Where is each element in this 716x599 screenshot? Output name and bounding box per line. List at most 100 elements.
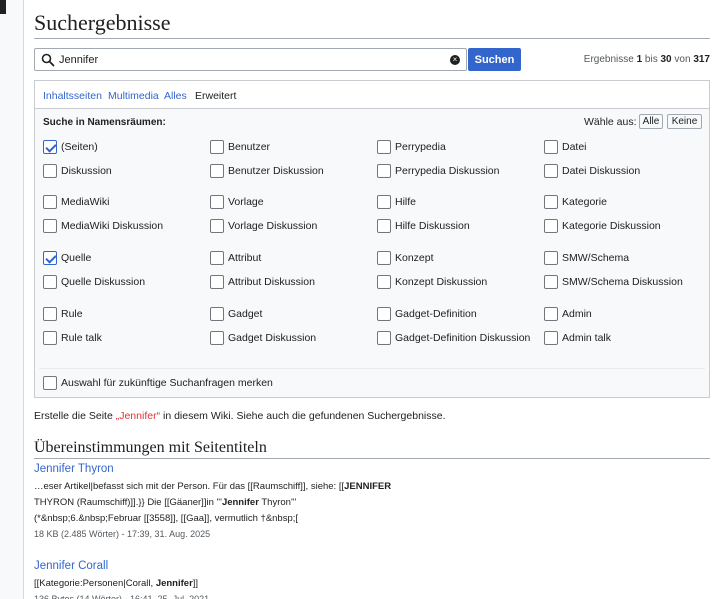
namespace-label: Attribut Diskussion [228,276,315,288]
namespace-label: MediaWiki [61,196,110,208]
corner-mark [0,0,6,14]
namespace-label: (Seiten) [61,141,98,153]
clear-icon[interactable]: × [450,55,460,65]
search-result: Jennifer Corall [[Kategorie:Personen|Cora… [34,560,710,599]
namespace-checkbox[interactable] [544,140,558,154]
namespace-checkbox[interactable] [377,140,391,154]
namespace-checkbox[interactable] [43,164,57,178]
remember-divider [39,368,705,369]
namespace-checkbox[interactable] [544,195,558,209]
namespace-checkbox[interactable] [210,331,224,345]
section-title: Übereinstimmungen mit Seitentiteln [34,439,267,456]
namespace-checkbox[interactable] [43,140,57,154]
namespace-checkbox[interactable] [210,164,224,178]
result-snippet: …eser Artikel|befasst sich mit der Perso… [34,479,710,527]
namespace-label: Konzept Diskussion [395,276,488,288]
namespace-label: Attribut [228,252,262,264]
namespace-checkbox[interactable] [210,275,224,289]
namespace-checkbox[interactable] [544,219,558,233]
namespace-checkbox[interactable] [377,251,391,265]
namespace-label: Gadget Diskussion [228,332,317,344]
page-title: Suchergebnisse [34,10,171,35]
namespace-label: SMW/Schema Diskussion [562,276,683,288]
remember-checkbox[interactable] [43,376,57,390]
namespace-label: Hilfe [395,196,417,208]
namespace-label: Datei Diskussion [562,165,641,177]
namespace-heading: Suche in Namensräumen: [43,117,166,128]
namespace-checkbox[interactable] [43,251,57,265]
namespace-checkbox[interactable] [377,307,391,321]
snippet-line: [[Kategorie:Personen|Corall, Jennifer]] [34,576,710,592]
namespace-checkbox[interactable] [43,307,57,321]
search-row: × Suchen Ergebnisse 1 bis 30 von 317 [34,48,710,71]
namespace-checkbox[interactable] [544,164,558,178]
snippet-match: Jennifer [221,497,259,508]
namespace-label: Quelle Diskussion [61,276,146,288]
create-page-line: Erstelle die Seite „Jennifer“ in diesem … [34,410,446,422]
advanced-search-panel: Inhaltsseiten Multimedia Alles Erweitert… [34,80,710,398]
section-divider [34,458,710,459]
namespace-checkbox[interactable] [210,195,224,209]
namespace-label: Hilfe Diskussion [395,220,470,232]
namespace-label: Admin talk [562,332,612,344]
namespace-label: Benutzer [228,141,271,153]
namespace-label: Kategorie Diskussion [562,220,661,232]
tab-content-pages[interactable]: Inhaltsseiten [43,90,102,102]
snippet-text: ]] [192,578,199,589]
namespace-checkbox[interactable] [544,307,558,321]
namespace-checkbox[interactable] [43,275,57,289]
namespace-checkbox[interactable] [43,331,57,345]
snippet-text: …eser Artikel|befasst sich mit der Perso… [34,481,345,492]
namespace-checkbox[interactable] [210,140,224,154]
namespace-label: Benutzer Diskussion [228,165,324,177]
namespace-checkbox[interactable] [210,307,224,321]
snippet-text: THYRON (Raumschiff)]].}} Die [[Gäaner]]i… [34,497,222,508]
search-button[interactable]: Suchen [468,48,521,71]
search-icon [41,53,55,67]
namespace-checkbox[interactable] [210,219,224,233]
namespace-label: Perrypedia Diskussion [395,165,500,177]
results-count: Ergebnisse 1 bis 30 von 317 [583,54,710,65]
namespace-checkbox[interactable] [210,251,224,265]
namespace-checkbox[interactable] [377,164,391,178]
namespace-label: Quelle [61,252,92,264]
search-tabs: Inhaltsseiten Multimedia Alles Erweitert [35,81,709,109]
namespace-checkbox[interactable] [377,275,391,289]
namespace-label: Gadget-Definition [395,308,477,320]
namespace-label: Konzept [395,252,434,264]
namespace-label: Gadget [228,308,263,320]
namespace-checkbox[interactable] [544,275,558,289]
title-divider [34,38,710,39]
tab-all[interactable]: Alles [164,90,187,102]
namespace-label: Diskussion [61,165,112,177]
search-input[interactable] [59,50,449,69]
namespace-checkbox[interactable] [43,195,57,209]
result-meta: 136 Bytes (14 Wörter) - 16:41, 25. Jul. … [34,594,210,599]
namespace-label: Perrypedia [395,141,446,153]
result-title-link[interactable]: Jennifer Thyron [34,463,710,475]
namespace-label: Admin [562,308,592,320]
namespace-label: Rule [61,308,83,320]
result-meta: 18 KB (2.485 Wörter) - 17:39, 31. Aug. 2… [34,529,211,539]
namespace-checkbox[interactable] [43,219,57,233]
result-snippet: [[Kategorie:Personen|Corall, Jennifer]] [34,576,710,592]
namespace-checkbox[interactable] [544,331,558,345]
tab-advanced[interactable]: Erweitert [195,90,236,102]
snippet-text: (*&nbsp;6.&nbsp;Februar [[3558]], [[Gaa]… [34,513,299,524]
select-all-button[interactable]: Alle [639,114,663,129]
namespace-checkbox[interactable] [377,219,391,233]
namespace-label: SMW/Schema [562,252,630,264]
snippet-match: Jennifer [155,578,193,589]
result-title-link[interactable]: Jennifer Corall [34,560,710,572]
namespace-label: Kategorie [562,196,607,208]
create-page-link[interactable]: „Jennifer“ [116,410,160,422]
namespace-checkbox[interactable] [377,195,391,209]
snippet-match: JENNIFER [344,481,392,492]
search-box[interactable]: × [34,48,467,71]
select-none-button[interactable]: Keine [667,114,702,129]
namespace-label: Rule talk [61,332,102,344]
namespace-checkbox[interactable] [544,251,558,265]
tab-multimedia[interactable]: Multimedia [108,90,159,102]
namespace-checkbox[interactable] [377,331,391,345]
namespace-label: Gadget-Definition Diskussion [395,332,531,344]
